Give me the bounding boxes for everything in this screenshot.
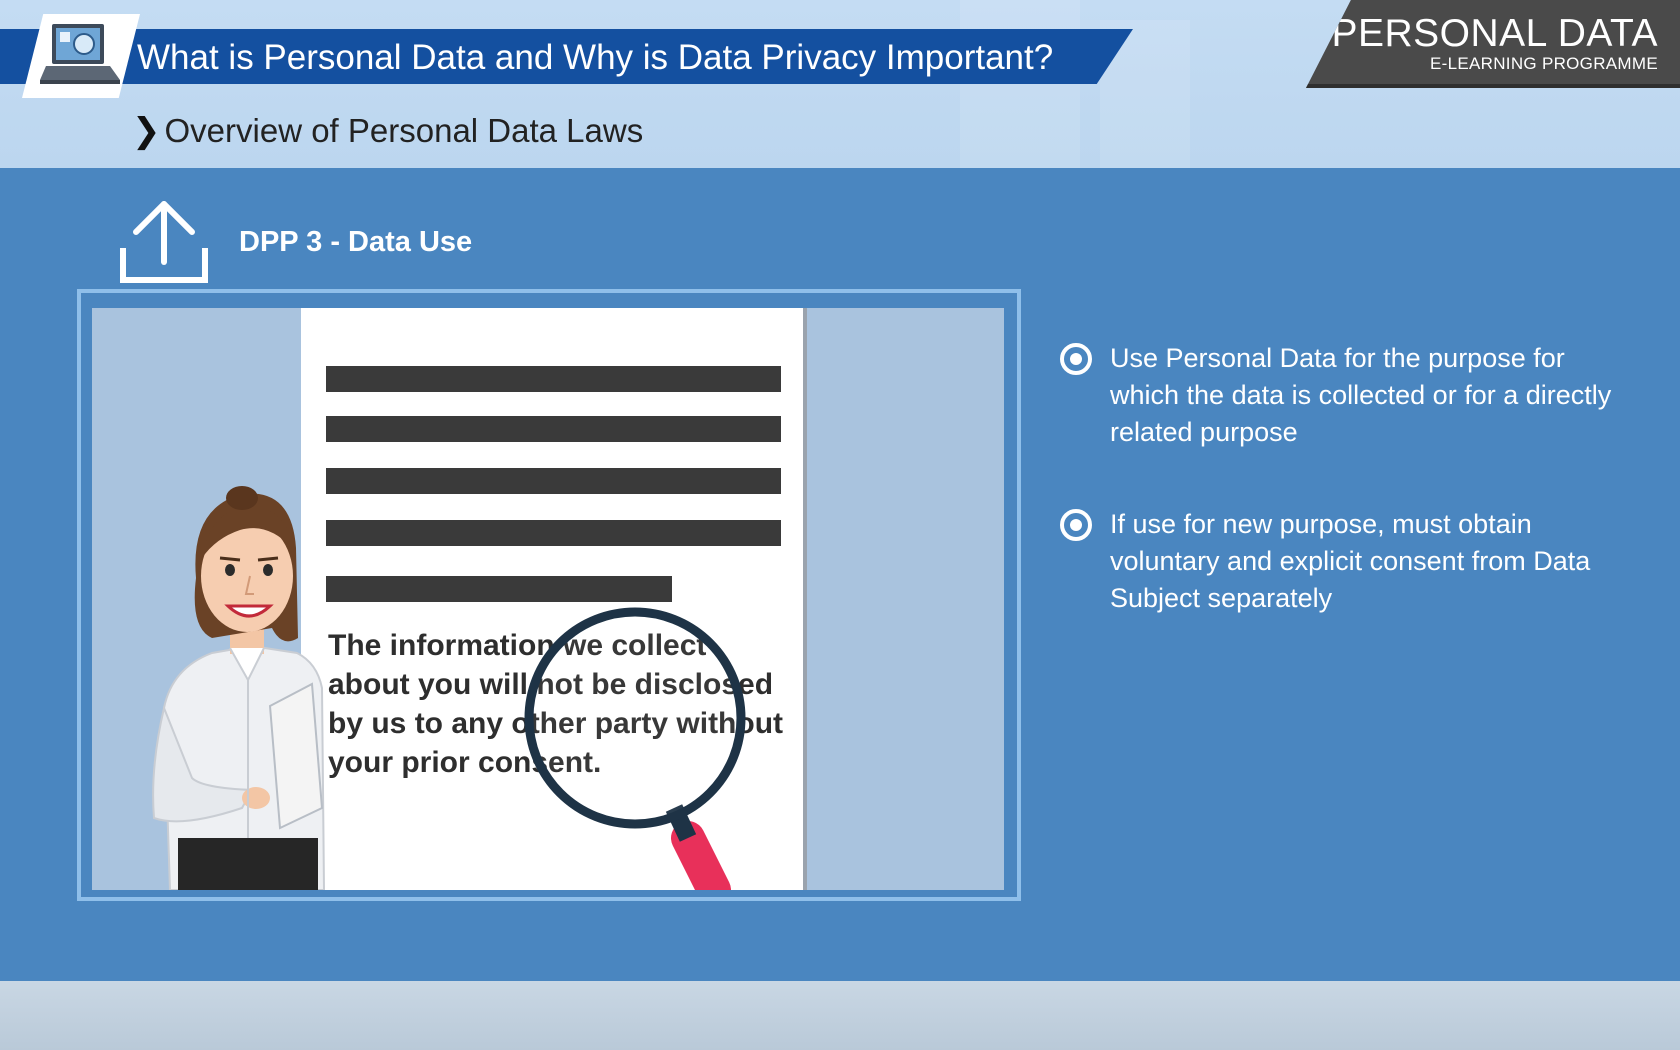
- page-title: What is Personal Data and Why is Data Pr…: [137, 38, 1054, 77]
- radio-bullet-icon: [1060, 509, 1092, 541]
- illustration: The information we collect about you wil…: [92, 308, 1004, 890]
- radio-bullet-icon: [1060, 343, 1092, 375]
- background-building: [960, 0, 1080, 168]
- section-heading: ❯ Overview of Personal Data Laws: [132, 111, 643, 151]
- chevron-right-icon: ❯: [132, 112, 161, 150]
- brand-subtitle: E-LEARNING PROGRAMME: [1430, 54, 1658, 73]
- footer-background: [0, 981, 1680, 1050]
- principle-title: DPP 3 - Data Use: [239, 226, 473, 258]
- upload-icon: [120, 201, 208, 283]
- brand-title: PERSONAL DATA: [1331, 12, 1658, 55]
- section-title: Overview of Personal Data Laws: [164, 112, 644, 149]
- bullet-text: Use Personal Data for the purpose for wh…: [1110, 343, 1612, 447]
- bullet-text: If use for new purpose, must obtain volu…: [1110, 509, 1591, 613]
- presenter-woman-illustration: [152, 486, 326, 890]
- brand-block: PERSONAL DATA E-LEARNING PROGRAMME: [1306, 0, 1680, 88]
- bullet-item: Use Personal Data for the purpose for wh…: [1060, 340, 1620, 451]
- bullet-item: If use for new purpose, must obtain volu…: [1060, 506, 1620, 617]
